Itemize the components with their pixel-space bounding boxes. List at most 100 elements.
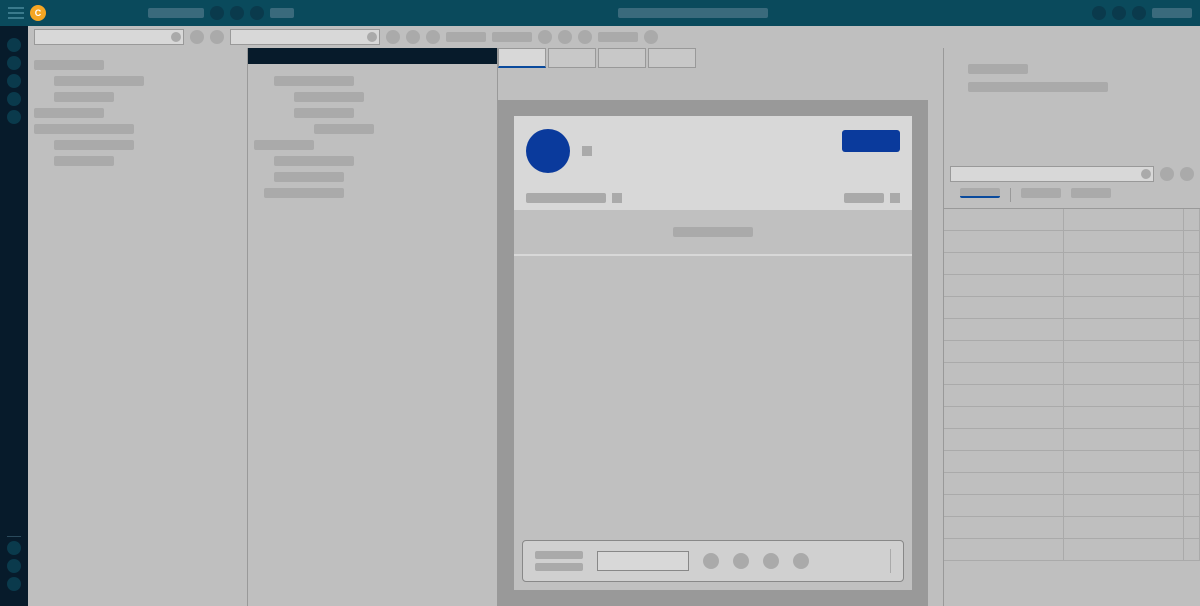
footer-action-icon[interactable] bbox=[763, 553, 779, 569]
tree-item[interactable] bbox=[54, 156, 114, 166]
right-tab[interactable] bbox=[1021, 188, 1061, 198]
tree-item[interactable] bbox=[54, 92, 114, 102]
search-input[interactable] bbox=[950, 166, 1154, 182]
table-row[interactable] bbox=[944, 231, 1200, 253]
footer-action-icon[interactable] bbox=[793, 553, 809, 569]
modal-action-button[interactable] bbox=[842, 130, 900, 152]
tree-item[interactable] bbox=[34, 108, 104, 118]
avatar-icon bbox=[526, 129, 570, 173]
toolbar bbox=[28, 26, 1200, 48]
modal-footer-bar bbox=[522, 540, 904, 582]
tree-item[interactable] bbox=[314, 124, 374, 134]
app-logo[interactable]: C bbox=[30, 5, 46, 21]
topbar-text bbox=[148, 8, 204, 18]
toolbar-action-icon[interactable] bbox=[558, 30, 572, 44]
toolbar-action-icon[interactable] bbox=[538, 30, 552, 44]
nav-item-icon[interactable] bbox=[7, 56, 21, 70]
table-row[interactable] bbox=[944, 209, 1200, 231]
toolbar-action-icon[interactable] bbox=[426, 30, 440, 44]
toolbar-action-icon[interactable] bbox=[578, 30, 592, 44]
toolbar-action-icon[interactable] bbox=[386, 30, 400, 44]
table-row[interactable] bbox=[944, 407, 1200, 429]
tree-item[interactable] bbox=[274, 76, 354, 86]
tree-item[interactable] bbox=[294, 108, 354, 118]
search-input[interactable] bbox=[230, 29, 380, 45]
nav-item-icon[interactable] bbox=[7, 92, 21, 106]
main-panel bbox=[498, 48, 943, 606]
left-nav bbox=[0, 26, 28, 606]
modal-label bbox=[526, 193, 606, 203]
table-row[interactable] bbox=[944, 363, 1200, 385]
toolbar-action-icon[interactable] bbox=[190, 30, 204, 44]
toolbar-action-icon[interactable] bbox=[406, 30, 420, 44]
tab[interactable] bbox=[548, 48, 596, 68]
table-row[interactable] bbox=[944, 297, 1200, 319]
footer-action-icon[interactable] bbox=[733, 553, 749, 569]
content-area bbox=[28, 26, 1200, 606]
right-title bbox=[968, 64, 1028, 74]
topbar-action-icon[interactable] bbox=[1112, 6, 1126, 20]
toolbar-action-icon[interactable] bbox=[210, 30, 224, 44]
footer-divider bbox=[890, 549, 891, 573]
topbar-action-icon[interactable] bbox=[1132, 6, 1146, 20]
tree-item[interactable] bbox=[264, 188, 344, 198]
table-row[interactable] bbox=[944, 341, 1200, 363]
modal-header-text bbox=[582, 146, 592, 156]
nav-item-icon[interactable] bbox=[7, 38, 21, 52]
modal-footer bbox=[514, 532, 912, 590]
tree-item[interactable] bbox=[34, 60, 104, 70]
tree-item[interactable] bbox=[274, 172, 344, 182]
right-table bbox=[944, 208, 1200, 561]
tree-item[interactable] bbox=[254, 140, 314, 150]
table-row[interactable] bbox=[944, 495, 1200, 517]
right-header bbox=[944, 48, 1200, 116]
right-tab[interactable] bbox=[1071, 188, 1111, 198]
table-row[interactable] bbox=[944, 429, 1200, 451]
topbar-action-icon[interactable] bbox=[250, 6, 264, 20]
modal-info-row bbox=[514, 186, 912, 210]
tree-item[interactable] bbox=[54, 140, 134, 150]
topbar-action-icon[interactable] bbox=[1092, 6, 1106, 20]
tab[interactable] bbox=[648, 48, 696, 68]
tree-item[interactable] bbox=[54, 76, 144, 86]
tab[interactable] bbox=[598, 48, 646, 68]
topbar-action-icon[interactable] bbox=[230, 6, 244, 20]
right-subtitle bbox=[968, 82, 1108, 92]
table-row[interactable] bbox=[944, 275, 1200, 297]
nav-item-icon[interactable] bbox=[7, 559, 21, 573]
tree-item[interactable] bbox=[294, 92, 364, 102]
nav-item-icon[interactable] bbox=[7, 577, 21, 591]
footer-input[interactable] bbox=[597, 551, 689, 571]
tab[interactable] bbox=[498, 48, 546, 68]
tree-header-selected[interactable] bbox=[248, 48, 497, 64]
table-row[interactable] bbox=[944, 451, 1200, 473]
nav-item-icon[interactable] bbox=[7, 541, 21, 555]
toolbar-action-icon[interactable] bbox=[644, 30, 658, 44]
table-row[interactable] bbox=[944, 253, 1200, 275]
toolbar-action-icon[interactable] bbox=[1180, 167, 1194, 181]
table-row[interactable] bbox=[944, 385, 1200, 407]
table-row[interactable] bbox=[944, 319, 1200, 341]
table-row[interactable] bbox=[944, 539, 1200, 561]
search-input[interactable] bbox=[34, 29, 184, 45]
topbar-action-icon[interactable] bbox=[210, 6, 224, 20]
table-row[interactable] bbox=[944, 517, 1200, 539]
tree-item[interactable] bbox=[274, 156, 354, 166]
right-tab[interactable] bbox=[960, 188, 1000, 198]
table-row[interactable] bbox=[944, 473, 1200, 495]
toolbar-label bbox=[492, 32, 532, 42]
toolbar-action-icon[interactable] bbox=[1160, 167, 1174, 181]
hamburger-icon[interactable] bbox=[8, 7, 24, 19]
footer-action-icon[interactable] bbox=[703, 553, 719, 569]
tree-item[interactable] bbox=[34, 124, 134, 134]
nav-item-icon[interactable] bbox=[7, 74, 21, 88]
modal-header bbox=[514, 116, 912, 186]
search-icon bbox=[171, 32, 181, 42]
info-icon bbox=[890, 193, 900, 203]
nav-divider bbox=[7, 536, 21, 537]
right-panel bbox=[943, 48, 1200, 606]
topbar-text bbox=[1152, 8, 1192, 18]
nav-item-icon[interactable] bbox=[7, 110, 21, 124]
tree-panel-1 bbox=[28, 48, 248, 606]
topbar-title bbox=[618, 8, 768, 18]
